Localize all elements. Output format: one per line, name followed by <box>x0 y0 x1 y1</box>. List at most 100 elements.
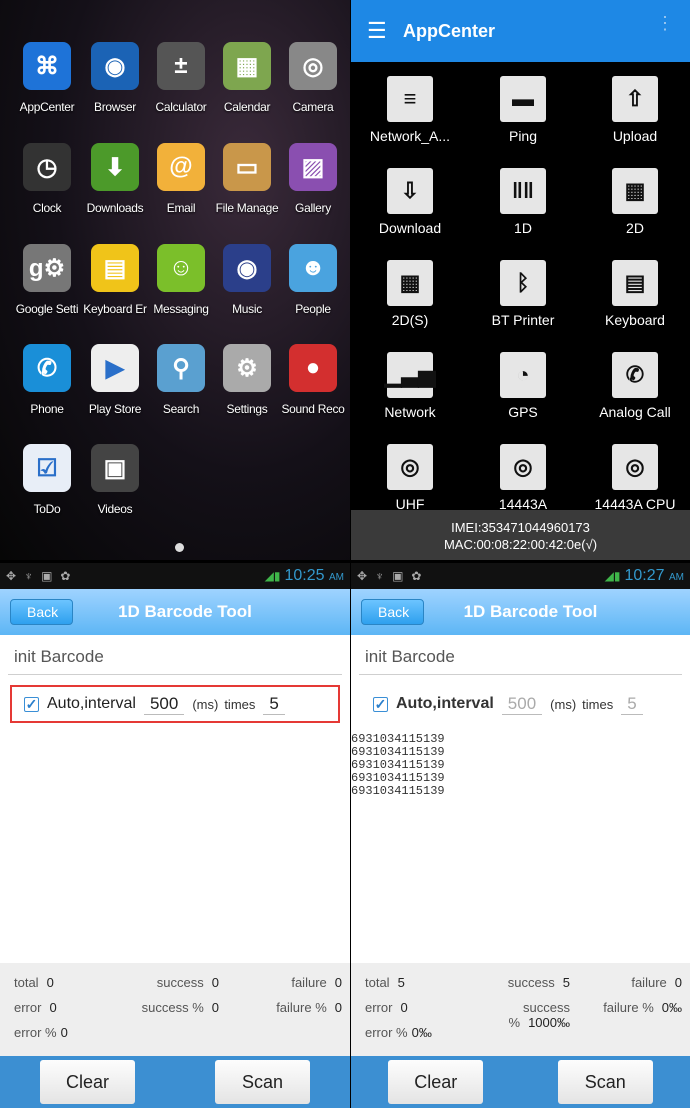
appcenter-tile[interactable]: ▦ 2D <box>580 168 690 236</box>
appcenter-tile[interactable]: ⇧ Upload <box>580 76 690 144</box>
success-percent-label: success % <box>141 1000 204 1015</box>
appcenter-tile[interactable]: ᛒ BT Printer <box>468 260 578 328</box>
appcenter-tile[interactable]: ‖‖ 1D <box>468 168 578 236</box>
ping-icon: ▬ <box>500 76 546 122</box>
appcenter-tile[interactable]: ≡ Network_A... <box>355 76 465 144</box>
launcher-app[interactable]: ◉ Browser <box>80 42 150 114</box>
usb-icon: ✥ <box>357 569 368 583</box>
back-button[interactable]: Back <box>10 599 74 625</box>
times-input[interactable]: 5 <box>263 694 285 715</box>
launcher-app[interactable]: ◎ Camera <box>278 42 348 114</box>
rfid-icon: ◎ <box>612 444 658 490</box>
signal-bars-icon: ▁▃▅ <box>385 352 435 398</box>
launcher-app[interactable]: ✆ Phone <box>12 344 82 416</box>
launcher-app[interactable]: ☺ Messaging <box>146 244 216 316</box>
launcher-app-label: Calendar <box>223 100 271 114</box>
appcenter-screen: ☰ AppCenter ⋮ ≡ Network_A... ▬ Ping ⇧ Upload ⇩… <box>351 0 690 560</box>
launcher-app[interactable]: ± Calculator <box>146 42 216 114</box>
status-bar: ✥ ♆ ▣ ✿ ◢▮ 10:25 AM <box>0 563 350 589</box>
bluetooth-icon: ᛒ <box>500 260 546 306</box>
error-value: 0 <box>49 1000 57 1015</box>
success-label: success <box>156 975 204 990</box>
qr-code-s-icon: ▦ <box>387 260 433 306</box>
microphone-icon: ● <box>289 344 337 392</box>
auto-checkbox[interactable]: ✓ <box>24 696 39 712</box>
appcenter-tile[interactable]: ✆ Analog Call <box>580 352 690 420</box>
launcher-app-label: Settings <box>226 402 268 416</box>
statistics-panel: total 0 success 0 failure 0 error 0 success … <box>0 963 350 1056</box>
launcher-app-label: Email <box>166 201 196 215</box>
launcher-app[interactable]: ☻ People <box>278 244 348 316</box>
appcenter-tile[interactable]: ◎ 14443A <box>468 444 578 512</box>
launcher-app[interactable]: ▣ Videos <box>80 444 150 516</box>
launcher-app[interactable]: ▭ File Manage <box>212 143 282 215</box>
people-icon: ☻ <box>289 244 337 292</box>
launcher-app[interactable]: ☑ ToDo <box>12 444 82 516</box>
launcher-app[interactable]: ⬇ Downloads <box>80 143 150 215</box>
appcenter-tile-label: Analog Call <box>599 404 671 420</box>
launcher-app[interactable]: ▦ Calendar <box>212 42 282 114</box>
signal-battery-icon: ◢▮ <box>604 569 621 583</box>
ms-label: (ms) <box>192 696 219 712</box>
launcher-app-label: People <box>295 302 331 316</box>
clear-button[interactable]: Clear <box>388 1060 484 1104</box>
google-settings-icon: g⚙ <box>23 244 71 292</box>
hamburger-menu-icon[interactable]: ☰ <box>367 18 397 44</box>
launcher-app[interactable]: ▨ Gallery <box>278 143 348 215</box>
launcher-app[interactable]: ⚲ Search <box>146 344 216 416</box>
launcher-app[interactable]: ⚙ Settings <box>212 344 282 416</box>
failure-percent-value: 0‰ <box>661 1000 682 1015</box>
success-percent-value: 1000‰ <box>528 1015 570 1030</box>
clock-text: 10:27 AM <box>624 567 685 584</box>
appcenter-tile[interactable]: ▤ Keyboard <box>580 260 690 328</box>
appcenter-tile[interactable]: ◔ GPS <box>468 352 578 420</box>
auto-checkbox[interactable]: ✓ <box>373 696 388 712</box>
launcher-app[interactable]: @ Email <box>146 143 216 215</box>
qr-code-icon: ▦ <box>612 168 658 214</box>
clock-text: 10:25 AM <box>284 567 345 584</box>
appcenter-tile[interactable]: ▦ 2D(S) <box>355 260 465 328</box>
launcher-app[interactable]: g⚙ Google Setti <box>12 244 82 316</box>
launcher-app-label: Messaging <box>153 302 209 316</box>
back-button[interactable]: Back <box>361 599 425 625</box>
appcenter-tile[interactable]: ◎ 14443A CPU <box>580 444 690 512</box>
action-bar: Clear Scan <box>351 1056 690 1108</box>
interval-input[interactable]: 500 <box>143 694 185 715</box>
init-barcode-field[interactable]: init Barcode <box>359 643 682 675</box>
auto-interval-label: Auto,interval <box>396 695 494 712</box>
appcenter-tile-label: Upload <box>612 128 658 144</box>
times-input[interactable]: 5 <box>621 694 643 715</box>
appcenter-tile[interactable]: ▁▃▅ Network <box>355 352 465 420</box>
appcenter-tile[interactable]: ▬ Ping <box>468 76 578 144</box>
appcenter-tile[interactable]: ⇩ Download <box>355 168 465 236</box>
total-value: 5 <box>397 975 405 990</box>
scan-button[interactable]: Scan <box>557 1060 653 1104</box>
error-label: error <box>365 1000 393 1015</box>
appcenter-tile-label: Download <box>378 220 442 236</box>
keyboard-icon: ▤ <box>91 244 139 292</box>
rfid-icon: ◎ <box>500 444 546 490</box>
usb-icon: ✥ <box>6 569 17 583</box>
globe-icon: ◉ <box>91 42 139 90</box>
launcher-app[interactable]: ▤ Keyboard Er <box>80 244 150 316</box>
init-barcode-field[interactable]: init Barcode <box>8 643 342 675</box>
clear-button[interactable]: Clear <box>40 1060 135 1104</box>
satellite-dish-icon: ◔ <box>500 352 546 398</box>
overflow-menu-icon[interactable]: ⋮ <box>656 14 674 32</box>
total-label: total <box>14 975 39 990</box>
scan-button[interactable]: Scan <box>215 1060 310 1104</box>
launcher-app[interactable]: ▶ Play Store <box>80 344 150 416</box>
launcher-app[interactable]: ⌘ AppCenter <box>12 42 82 114</box>
gear-icon: ⚙ <box>223 344 271 392</box>
launcher-app[interactable]: ◉ Music <box>212 244 282 316</box>
music-icon: ◉ <box>223 244 271 292</box>
appcenter-tile-label: 2D(S) <box>391 312 429 328</box>
barcode-tool-screen-initial: ✥ ♆ ▣ ✿ ◢▮ 10:25 AM Back 1D Barcode Tool… <box>0 563 350 1108</box>
interval-input[interactable]: 500 <box>501 694 543 715</box>
appcenter-tile[interactable]: ◎ UHF <box>355 444 465 512</box>
launcher-app[interactable]: ● Sound Reco <box>278 344 348 416</box>
launcher-app[interactable]: ◷ Clock <box>12 143 82 215</box>
camera-icon: ◎ <box>289 42 337 90</box>
email-icon: @ <box>157 143 205 191</box>
launcher-app-label: Search <box>162 402 200 416</box>
